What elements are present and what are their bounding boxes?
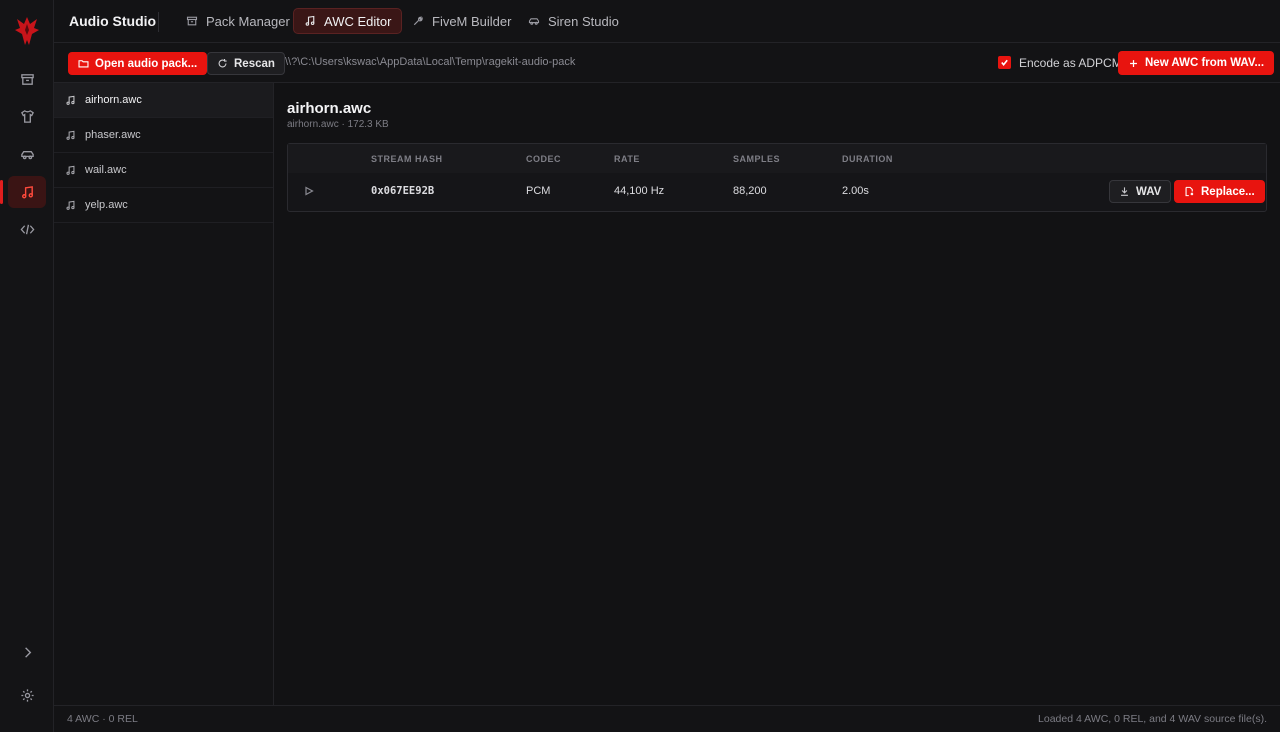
open-audio-pack-button[interactable]: Open audio pack... <box>68 52 208 75</box>
column-header: RATE <box>614 154 640 164</box>
car-icon <box>528 18 540 25</box>
samples-value: 88,200 <box>733 185 767 197</box>
car-icon <box>20 150 34 159</box>
gear-icon <box>20 688 34 702</box>
plus-icon <box>1130 59 1137 67</box>
list-item[interactable]: yelp.awc <box>54 188 273 223</box>
file-name: yelp.awc <box>85 199 128 211</box>
export-wav-button[interactable]: WAV <box>1109 180 1172 203</box>
status-message: Loaded 4 AWC, 0 REL, and 4 WAV source fi… <box>1038 713 1267 725</box>
column-header: STREAM HASH <box>371 154 443 164</box>
folder-icon <box>78 60 89 68</box>
rescan-button[interactable]: Rescan <box>207 52 285 75</box>
encode-adpcm-label: Encode as ADPCM <box>1019 56 1122 70</box>
column-header: CODEC <box>526 154 562 164</box>
app-window: Audio Studio Pack Manager AWC Editor Fiv… <box>0 0 1280 732</box>
check-icon <box>1001 59 1008 67</box>
file-name: phaser.awc <box>85 129 141 141</box>
tab-label: AWC Editor <box>324 13 392 29</box>
tab-label: FiveM Builder <box>432 13 512 29</box>
top-bar: Audio Studio Pack Manager AWC Editor Fiv… <box>54 0 1280 43</box>
refresh-icon <box>218 59 227 68</box>
app-title: Audio Studio <box>69 13 157 29</box>
rail-code-button[interactable] <box>8 213 46 245</box>
tab-awc-editor[interactable]: AWC Editor <box>293 8 403 34</box>
duration-value: 2.00s <box>842 185 869 197</box>
package-icon <box>186 16 198 26</box>
rail-audio-button[interactable] <box>0 176 46 208</box>
tab-pack-manager[interactable]: Pack Manager <box>176 8 300 34</box>
stream-table: STREAM HASH CODEC RATE SAMPLES DURATION … <box>287 143 1267 212</box>
codec-value: PCM <box>526 185 551 197</box>
tab-label: Siren Studio <box>548 13 619 29</box>
file-name: wail.awc <box>85 164 127 176</box>
new-awc-label: New AWC from WAV... <box>1145 57 1265 69</box>
column-header: SAMPLES <box>733 154 781 164</box>
awc-file-list: airhorn.awc phaser.awc wail.awc yelp.awc <box>54 83 274 705</box>
rail-vehicle-button[interactable] <box>8 138 46 170</box>
download-icon <box>1121 187 1128 196</box>
rail-pack-manager-button[interactable] <box>8 63 46 95</box>
music-note-icon <box>66 200 75 210</box>
list-item[interactable]: phaser.awc <box>54 118 273 153</box>
wav-label: WAV <box>1136 185 1162 198</box>
code-icon <box>20 224 34 234</box>
table-header: STREAM HASH CODEC RATE SAMPLES DURATION <box>288 144 1266 173</box>
package-icon <box>20 73 34 85</box>
music-note-icon <box>305 15 315 26</box>
toolbar: Open audio pack... Rescan \\?\C:\Users\k… <box>54 43 1280 83</box>
awc-detail-panel: airhorn.awc airhorn.awc · 172.3 KB STREA… <box>274 83 1280 705</box>
rate-value: 44,100 Hz <box>614 185 665 197</box>
stream-hash: 0x067EE92B <box>371 185 435 197</box>
file-subtitle: airhorn.awc · 172.3 KB <box>287 119 389 130</box>
music-note-icon <box>66 130 75 140</box>
play-icon[interactable] <box>304 186 314 196</box>
rail-settings-button[interactable] <box>8 679 46 711</box>
wrench-icon <box>413 16 423 26</box>
left-rail <box>0 0 54 732</box>
title-divider <box>158 12 159 32</box>
tab-label: Pack Manager <box>206 13 290 29</box>
tab-siren-studio[interactable]: Siren Studio <box>518 8 629 34</box>
open-audio-pack-label: Open audio pack... <box>95 57 198 70</box>
shirt-icon <box>20 109 34 123</box>
replace-button[interactable]: Replace... <box>1174 180 1265 203</box>
status-bar: 4 AWC · 0 REL Loaded 4 AWC, 0 REL, and 4… <box>54 705 1280 732</box>
app-logo-icon <box>15 17 39 45</box>
music-note-icon <box>21 185 33 198</box>
pack-path: \\?\C:\Users\kswac\AppData\Local\Temp\ra… <box>285 56 576 68</box>
file-replace-icon <box>1185 186 1194 197</box>
rescan-label: Rescan <box>234 57 275 70</box>
encode-adpcm-checkbox[interactable] <box>998 56 1011 69</box>
column-header: DURATION <box>842 154 893 164</box>
chevron-right-icon <box>24 646 31 658</box>
music-note-icon <box>66 95 75 105</box>
rail-clothing-button[interactable] <box>8 100 46 132</box>
rail-expand-button[interactable] <box>8 636 46 668</box>
new-awc-from-wav-button[interactable]: New AWC from WAV... <box>1118 51 1275 75</box>
list-item[interactable]: airhorn.awc <box>54 83 273 118</box>
list-item[interactable]: wail.awc <box>54 153 273 188</box>
file-title: airhorn.awc <box>287 100 372 117</box>
tab-fivem-builder[interactable]: FiveM Builder <box>402 8 521 34</box>
file-name: airhorn.awc <box>85 94 142 106</box>
music-note-icon <box>66 165 75 175</box>
replace-label: Replace... <box>1201 185 1255 198</box>
status-counts: 4 AWC · 0 REL <box>67 713 138 725</box>
